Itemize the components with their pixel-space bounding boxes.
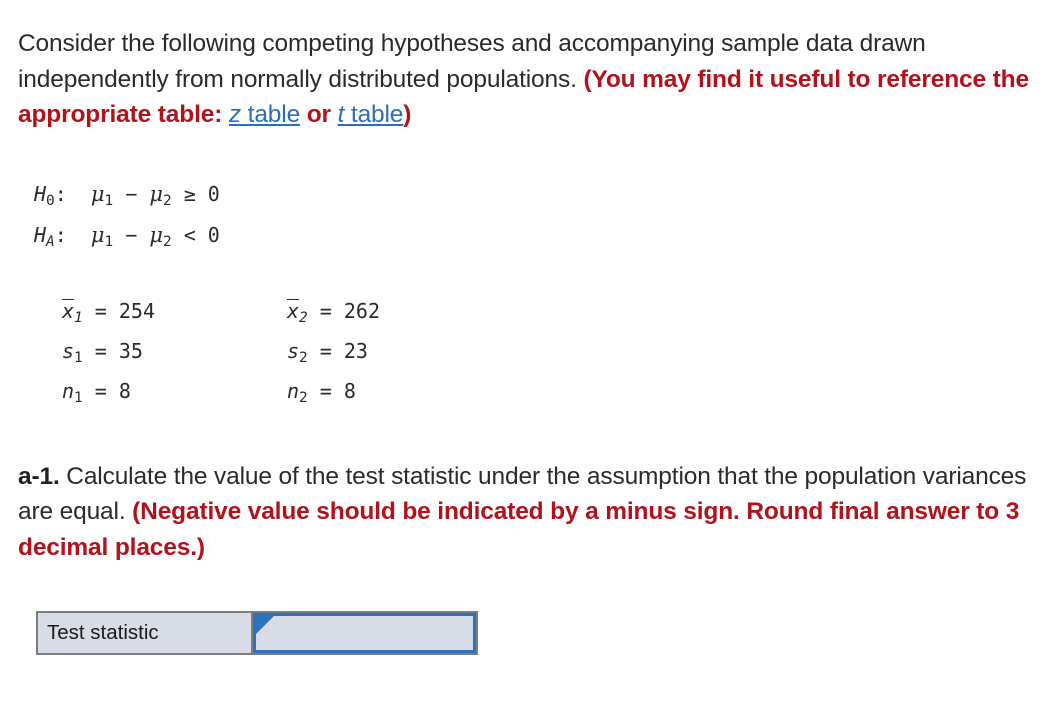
sample1-size-subscript: 1 bbox=[74, 389, 83, 406]
alt-mu-2: μ bbox=[149, 222, 163, 247]
sample1-mean: x1 = 254 bbox=[62, 295, 287, 335]
sample1-mean-subscript: 1 bbox=[74, 309, 83, 326]
null-hypothesis-subscript: 0 bbox=[46, 192, 55, 209]
null-mu-1: μ bbox=[90, 181, 105, 206]
question-page: Consider the following competing hypothe… bbox=[0, 0, 1050, 728]
alternative-hypothesis-line: HA: μ1 − μ2 < 0 bbox=[34, 218, 1034, 259]
sample1-mean-equals: = bbox=[94, 298, 107, 323]
answer-table: Test statistic bbox=[36, 611, 478, 656]
sample2-size-symbol: n bbox=[287, 378, 300, 403]
sample2-sd-equals: = bbox=[319, 338, 332, 363]
sample1-sd-value: 35 bbox=[118, 338, 143, 363]
test-statistic-input-cell[interactable] bbox=[253, 613, 476, 654]
sample2-size-value: 8 bbox=[343, 378, 356, 403]
alternative-hypothesis-subscript: A bbox=[46, 233, 55, 250]
null-hypothesis-value: 0 bbox=[207, 181, 220, 206]
z-table-link[interactable]: z table bbox=[229, 101, 300, 128]
t-table-link[interactable]: t table bbox=[338, 101, 404, 128]
reference-note-close: ) bbox=[403, 101, 412, 128]
alt-minus-operator: − bbox=[125, 222, 138, 247]
null-minus-operator: − bbox=[125, 181, 138, 206]
sample1-sd-subscript: 1 bbox=[74, 349, 83, 366]
sample2-size-equals: = bbox=[319, 378, 332, 403]
question-instruction: (Negative value should be indicated by a… bbox=[18, 498, 1020, 561]
sample1-mean-value: 254 bbox=[118, 298, 155, 323]
answer-section: Test statistic bbox=[36, 611, 1034, 656]
sample2-size-subscript: 2 bbox=[299, 389, 308, 406]
sample1-sd-equals: = bbox=[94, 338, 107, 363]
sample2-mean: x2 = 262 bbox=[287, 295, 512, 335]
null-mu-1-subscript: 1 bbox=[104, 192, 114, 209]
null-hypothesis-colon: : bbox=[54, 181, 67, 206]
null-mu-2: μ bbox=[149, 181, 163, 206]
null-hypothesis-symbol: H bbox=[34, 181, 47, 206]
sample2-sd: s2 = 23 bbox=[287, 335, 512, 375]
sample-statistics-block: x1 = 254 x2 = 262 s1 = 35 s2 = 23 n1 = 8… bbox=[62, 295, 1034, 415]
alt-relational-operator: < bbox=[183, 222, 196, 247]
alternative-hypothesis-value: 0 bbox=[207, 222, 220, 247]
test-statistic-input[interactable] bbox=[256, 616, 473, 651]
alt-mu-1-subscript: 1 bbox=[104, 233, 114, 250]
intro-paragraph: Consider the following competing hypothe… bbox=[18, 26, 1034, 133]
sample-size-row: n1 = 8 n2 = 8 bbox=[62, 375, 1034, 415]
sample-mean-row: x1 = 254 x2 = 262 bbox=[62, 295, 1034, 335]
sample1-sd-symbol: s bbox=[62, 338, 75, 363]
z-table-link-word: table bbox=[241, 101, 301, 128]
sample2-mean-subscript: 2 bbox=[299, 309, 308, 326]
null-relational-operator: ≥ bbox=[183, 181, 196, 206]
sample2-size: n2 = 8 bbox=[287, 375, 512, 415]
hypotheses-block: H0: μ1 − μ2 ≥ 0 HA: μ1 − μ2 < 0 bbox=[34, 177, 1034, 259]
question-prompt: a-1. Calculate the value of the test sta… bbox=[18, 459, 1034, 566]
sample2-sd-symbol: s bbox=[287, 338, 300, 363]
t-table-link-word: table bbox=[344, 101, 404, 128]
alt-mu-2-subscript: 2 bbox=[162, 233, 172, 250]
sample2-sd-subscript: 2 bbox=[299, 349, 308, 366]
sample1-size: n1 = 8 bbox=[62, 375, 287, 415]
z-table-link-variable: z bbox=[228, 101, 242, 128]
sample1-mean-symbol: x bbox=[62, 298, 75, 323]
answer-row-label: Test statistic bbox=[38, 613, 253, 654]
sample1-sd: s1 = 35 bbox=[62, 335, 287, 375]
sample2-mean-symbol: x bbox=[287, 298, 300, 323]
sample-sd-row: s1 = 35 s2 = 23 bbox=[62, 335, 1034, 375]
question-part-label: a-1. bbox=[18, 462, 60, 490]
sample1-size-equals: = bbox=[94, 378, 107, 403]
null-hypothesis-line: H0: μ1 − μ2 ≥ 0 bbox=[34, 177, 1034, 218]
alternative-hypothesis-colon: : bbox=[54, 222, 67, 247]
sample2-sd-value: 23 bbox=[343, 338, 368, 363]
answer-row-label-text: Test statistic bbox=[47, 621, 159, 645]
reference-note-conjunction: or bbox=[300, 101, 338, 128]
sample1-size-symbol: n bbox=[62, 378, 75, 403]
null-mu-2-subscript: 2 bbox=[162, 192, 172, 209]
sample2-mean-equals: = bbox=[319, 298, 332, 323]
alt-mu-1: μ bbox=[90, 222, 105, 247]
sample2-mean-value: 262 bbox=[343, 298, 380, 323]
alternative-hypothesis-symbol: H bbox=[34, 222, 47, 247]
sample1-size-value: 8 bbox=[118, 378, 131, 403]
